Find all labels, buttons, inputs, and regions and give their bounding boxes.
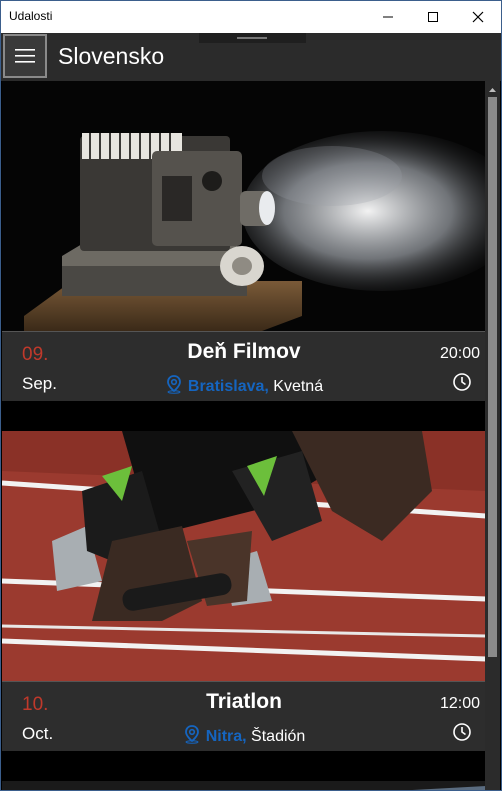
event-time: 12:00 bbox=[439, 695, 480, 712]
vertical-scrollbar[interactable] bbox=[485, 81, 500, 790]
event-location: Nitra, Štadión bbox=[2, 724, 486, 746]
scrollbar-thumb[interactable] bbox=[488, 97, 497, 657]
events-list[interactable]: 09. Sep. Deň Filmov Bratislava, Kvetná 2… bbox=[2, 81, 486, 790]
event-info: 09. Sep. Deň Filmov Bratislava, Kvetná 2… bbox=[2, 331, 486, 401]
clock-icon bbox=[453, 373, 471, 391]
runner-starting-blocks-image bbox=[2, 431, 486, 681]
page-title: Slovensko bbox=[58, 43, 165, 69]
close-button[interactable] bbox=[455, 1, 501, 33]
menu-button[interactable] bbox=[3, 34, 47, 78]
event-time: 20:00 bbox=[439, 345, 480, 362]
event-title: Deň Filmov bbox=[187, 340, 301, 363]
drag-handle[interactable] bbox=[199, 33, 306, 43]
title-bar: Udalosti bbox=[1, 1, 501, 33]
event-place: Štadión bbox=[251, 728, 306, 745]
close-icon bbox=[472, 11, 484, 23]
location-pin-icon bbox=[166, 375, 181, 394]
event-place: Kvetná bbox=[273, 378, 324, 395]
maximize-icon bbox=[428, 12, 438, 22]
event-city: Nitra, bbox=[205, 728, 247, 745]
maximize-button[interactable] bbox=[410, 1, 456, 33]
event-image bbox=[2, 81, 486, 331]
clock-icon bbox=[453, 723, 471, 741]
film-projector-image bbox=[2, 81, 486, 331]
event-image bbox=[2, 431, 486, 681]
event-card[interactable] bbox=[2, 781, 486, 790]
minimize-icon bbox=[383, 16, 393, 18]
window-title: Udalosti bbox=[9, 9, 53, 23]
location-pin-icon bbox=[184, 725, 199, 744]
event-location: Bratislava, Kvetná bbox=[2, 374, 486, 396]
app-window: Udalosti Slovensko 09. Sep. Deň Filmov B… bbox=[0, 0, 502, 791]
event-image bbox=[412, 786, 486, 790]
event-city: Bratislava, bbox=[187, 378, 269, 395]
event-info: 10. Oct. Triatlon Nitra, Štadión 12:00 bbox=[2, 681, 486, 751]
hamburger-icon bbox=[15, 49, 35, 63]
event-title: Triatlon bbox=[206, 690, 282, 713]
minimize-button[interactable] bbox=[365, 1, 411, 33]
scroll-up-arrow-icon[interactable] bbox=[485, 83, 500, 97]
